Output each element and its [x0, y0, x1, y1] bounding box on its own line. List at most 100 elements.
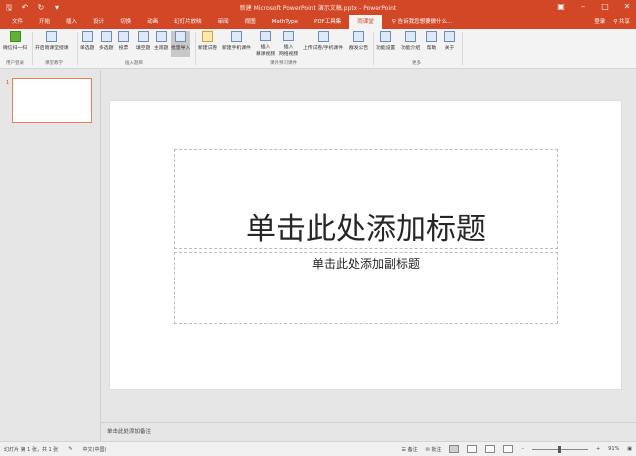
status-bar: 幻灯片 第 1 张，共 1 张 ✎ 中文(中国) ☰ 备注 ✉ 批注 – + 9… — [0, 441, 636, 456]
share-label: 共享 — [618, 19, 630, 25]
subjective-button[interactable]: 主观题 — [154, 31, 168, 57]
minimize-icon[interactable]: – — [578, 1, 588, 13]
start-teaching-button[interactable]: 开启雨课堂授课 — [35, 31, 69, 57]
text-icon — [137, 31, 149, 42]
slideshow-button[interactable] — [503, 445, 514, 453]
settings-label: 功能设置 — [376, 46, 396, 51]
comments-toggle[interactable]: ✉ 批注 — [426, 446, 442, 453]
title-bar: 🖫 ↶ ↻ ▾ 新建 Microsoft PowerPoint 演示文稿.ppt… — [0, 0, 636, 15]
tell-me-box[interactable]: ⚲ 告诉我您想要做什么... — [382, 15, 453, 29]
close-icon[interactable]: ✕ — [622, 1, 632, 13]
tab-animations[interactable]: 动画 — [139, 15, 166, 29]
single-choice-label: 单选题 — [80, 46, 95, 51]
start-teaching-label: 开启雨课堂授课 — [35, 46, 69, 51]
status-right: ☰ 备注 ✉ 批注 – + 91% ▣ — [402, 445, 632, 453]
reading-view-button[interactable] — [485, 445, 496, 453]
feature-intro-button[interactable]: 功能介绍 — [401, 31, 420, 57]
slide-thumbnail[interactable] — [12, 78, 92, 123]
subjective-icon — [155, 31, 167, 42]
wechat-icon — [9, 31, 21, 42]
slide-canvas[interactable]: 单击此处添加标题 单击此处添加副标题 — [110, 101, 621, 389]
ribbon-tabs-row: 文件 开始 插入 设计 切换 动画 幻灯片放映 审阅 视图 MathType P… — [0, 15, 636, 29]
broadcast-button[interactable]: 群发公告 — [349, 31, 368, 57]
normal-view-button[interactable] — [449, 445, 460, 453]
insert-web-video-label: 插入 网络视频 — [279, 45, 299, 57]
single-choice-button[interactable]: 单选题 — [80, 31, 94, 57]
tab-design[interactable]: 设计 — [85, 15, 112, 29]
maximize-icon[interactable]: □ — [600, 1, 610, 13]
tab-view[interactable]: 视图 — [237, 15, 264, 29]
insert-web-video-button[interactable]: 插入 网络视频 — [279, 31, 298, 57]
subtitle-placeholder[interactable]: 单击此处添加副标题 — [174, 252, 558, 324]
separator — [373, 32, 374, 65]
notes-toggle[interactable]: ☰ 备注 — [402, 446, 418, 453]
new-exam-button[interactable]: 新建试卷 — [198, 31, 217, 57]
comments-toggle-label: 批注 — [431, 446, 442, 453]
notes-placeholder: 单击此处添加备注 — [107, 429, 152, 435]
zoom-level[interactable]: 91% — [608, 446, 619, 452]
sign-in-link[interactable]: 登录 — [594, 15, 605, 29]
fit-to-window-icon[interactable]: ▣ — [627, 446, 632, 452]
tab-slideshow[interactable]: 幻灯片放映 — [166, 15, 210, 29]
zoom-slider[interactable] — [531, 445, 588, 453]
vote-button[interactable]: 投票 — [118, 31, 129, 57]
intro-icon — [405, 31, 417, 42]
title-placeholder-text: 单击此处添加标题 — [246, 212, 486, 247]
wechat-login-label: 微信扫一扫 — [3, 46, 27, 51]
gear-icon — [380, 31, 392, 42]
help-button[interactable]: 帮助 — [426, 31, 437, 57]
subtitle-placeholder-text: 单击此处添加副标题 — [311, 257, 420, 271]
window-controls: ▣ – □ ✕ — [556, 1, 632, 13]
help-icon — [426, 31, 437, 42]
title-placeholder[interactable]: 单击此处添加标题 — [174, 149, 558, 249]
zoom-out-button[interactable]: – — [521, 446, 524, 452]
tab-pdf-tools[interactable]: PDF工具集 — [306, 15, 349, 29]
ribbon-display-icon[interactable]: ▣ — [556, 1, 566, 13]
about-label: 关于 — [444, 46, 455, 51]
multiple-choice-button[interactable]: 多选题 — [99, 31, 113, 57]
tell-me-text: 告诉我您想要做什么... — [397, 19, 453, 25]
video-icon — [260, 31, 272, 41]
help-label: 帮助 — [426, 46, 437, 51]
slide-counter: 幻灯片 第 1 张，共 1 张 — [4, 447, 59, 453]
about-button[interactable]: 关于 — [444, 31, 455, 57]
separator — [195, 32, 196, 65]
group-label-more: 更多 — [412, 61, 421, 66]
teaching-icon — [46, 31, 58, 42]
share-button[interactable]: ⚲ 共享 — [613, 15, 630, 29]
tab-rain-classroom[interactable]: 雨课堂 — [349, 15, 382, 29]
upload-label: 上传试卷/手机课件 — [303, 46, 343, 51]
subjective-label: 主观题 — [154, 46, 169, 51]
slide-sorter-button[interactable] — [467, 445, 478, 453]
upload-button[interactable]: 上传试卷/手机课件 — [303, 31, 343, 57]
tab-mathtype[interactable]: MathType — [264, 15, 306, 29]
separator — [77, 32, 78, 65]
user-area: 登录 ⚲ 共享 — [594, 15, 630, 29]
group-label-teaching: 课堂教学 — [45, 61, 63, 66]
tab-transitions[interactable]: 切换 — [112, 15, 139, 29]
new-mobile-courseware-button[interactable]: 新建手机课件 — [222, 31, 251, 57]
thumbnail-number: 1 — [6, 80, 10, 86]
tab-insert[interactable]: 插入 — [58, 15, 85, 29]
notes-pane[interactable]: 单击此处添加备注 — [101, 422, 636, 441]
window-title: 新建 Microsoft PowerPoint 演示文稿.pptx - Powe… — [239, 5, 397, 12]
broadcast-icon — [353, 31, 365, 42]
new-mobile-courseware-label: 新建手机课件 — [222, 46, 251, 51]
feature-intro-label: 功能介绍 — [401, 46, 421, 51]
fill-blank-button[interactable]: 填空题 — [136, 31, 150, 57]
new-exam-icon — [202, 31, 214, 42]
wechat-login-button[interactable]: 微信扫一扫 — [3, 31, 27, 57]
spellcheck-icon[interactable]: ✎ — [68, 446, 72, 453]
group-label-preview: 课外预习课件 — [270, 61, 297, 66]
about-icon — [444, 31, 455, 42]
batch-import-button[interactable]: 批量导入 — [171, 31, 191, 57]
broadcast-label: 群发公告 — [349, 46, 369, 51]
language-indicator[interactable]: 中文(中国) — [83, 446, 107, 453]
tab-home[interactable]: 开始 — [31, 15, 58, 29]
zoom-in-button[interactable]: + — [596, 446, 600, 452]
insert-mooc-video-button[interactable]: 插入 慕课视频 — [256, 31, 275, 57]
settings-button[interactable]: 功能设置 — [376, 31, 395, 57]
tab-file[interactable]: 文件 — [4, 15, 31, 29]
tab-review[interactable]: 审阅 — [210, 15, 237, 29]
separator — [462, 32, 463, 65]
